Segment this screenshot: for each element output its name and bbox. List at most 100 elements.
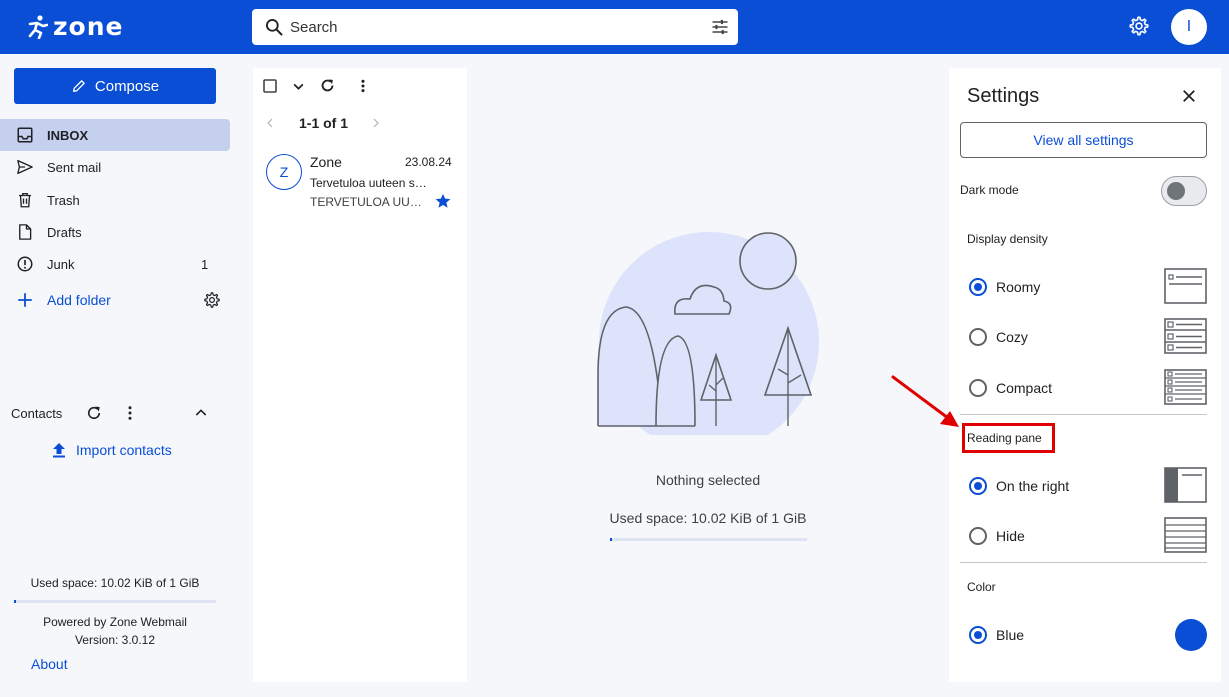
refresh-contacts-icon[interactable] [85, 404, 103, 422]
section-divider [960, 414, 1207, 415]
chevron-right-icon[interactable] [370, 116, 382, 130]
sidebar-item-label: Junk [47, 256, 75, 272]
message-preview: TERVETULOA UUTEEN SÄHKÖPOSTIISI [310, 195, 422, 209]
plus-icon[interactable] [16, 291, 34, 309]
footer-info: Powered by Zone Webmail Version: 3.0.12 [14, 613, 216, 649]
sender-avatar: Z [266, 154, 302, 190]
user-avatar[interactable]: I [1171, 9, 1207, 45]
add-folder-link[interactable]: Add folder [47, 292, 111, 308]
add-folder-row: Add folder [0, 284, 230, 316]
close-icon[interactable] [1180, 87, 1198, 105]
used-space-text: Used space: 10.02 KiB of 1 GiB [30, 576, 200, 590]
dark-mode-label: Dark mode [960, 183, 1019, 197]
import-contacts-label: Import contacts [76, 442, 172, 458]
unread-count: 1 [201, 256, 209, 272]
zone-logo[interactable]: zone [28, 12, 123, 41]
storage-progress-bar [610, 538, 807, 541]
display-density-label: Display density [967, 232, 1048, 246]
sidebar-item-label: Trash [47, 192, 80, 208]
view-all-settings-button[interactable]: View all settings [960, 122, 1207, 158]
sidebar-item-label: Drafts [47, 224, 82, 240]
dark-mode-toggle[interactable] [1161, 176, 1207, 206]
reading-pane-option-hide[interactable]: Hide [960, 517, 1207, 555]
junk-icon [17, 256, 33, 272]
message-sender: Zone [310, 154, 342, 170]
sidebar-item-drafts[interactable]: Drafts [0, 216, 230, 248]
more-vert-icon[interactable] [357, 78, 369, 94]
trash-icon [19, 192, 31, 208]
logo-figure-icon [28, 14, 48, 39]
compose-button[interactable]: Compose [14, 68, 216, 104]
sidebar-item-sent[interactable]: Sent mail [0, 151, 230, 183]
powered-by-text: Powered by Zone Webmail [43, 615, 187, 629]
import-contacts-link[interactable]: Import contacts [52, 442, 172, 458]
logo-text: zone [53, 12, 124, 41]
density-cozy-icon [1164, 318, 1207, 354]
color-label: Color [967, 580, 996, 594]
upload-icon [53, 443, 65, 458]
about-link[interactable]: About [31, 656, 68, 672]
option-label: Roomy [996, 279, 1041, 295]
pencil-icon [72, 80, 85, 92]
folder-settings-gear-icon[interactable] [203, 291, 221, 309]
empty-state-illustration [597, 232, 819, 435]
sidebar-item-inbox[interactable]: INBOX [0, 119, 230, 151]
density-option-roomy[interactable]: Roomy [960, 268, 1207, 306]
select-options-chevron-down-icon[interactable] [292, 80, 305, 93]
top-bar: zone I [0, 0, 1229, 54]
more-vert-icon[interactable] [122, 404, 138, 422]
section-divider [960, 562, 1207, 563]
draft-icon [19, 224, 32, 240]
radio-button[interactable] [969, 278, 987, 296]
select-all-checkbox[interactable] [263, 79, 277, 93]
density-option-cozy[interactable]: Cozy [960, 318, 1207, 356]
search-icon [266, 19, 283, 36]
page-range: 1-1 of 1 [299, 115, 349, 131]
sidebar-item-junk[interactable]: Junk 1 [0, 248, 230, 280]
settings-title: Settings [967, 85, 1040, 107]
chevron-up-icon[interactable] [193, 404, 209, 422]
radio-button[interactable] [969, 328, 987, 346]
search-filter-icon[interactable] [710, 17, 730, 37]
pagination: 1-1 of 1 [253, 114, 467, 134]
contacts-label: Contacts [11, 406, 63, 421]
refresh-icon[interactable] [319, 77, 336, 94]
send-icon [17, 159, 33, 175]
message-subject: Tervetuloa uuteen sähköpostiisi [310, 176, 428, 190]
radio-button[interactable] [969, 477, 987, 495]
contacts-header: Contacts [0, 401, 230, 425]
storage-progress-bar [14, 600, 216, 603]
message-list-item[interactable]: Z Zone 23.08.24 Tervetuloa uuteen sähköp… [253, 148, 467, 216]
compose-label: Compose [94, 77, 160, 95]
search-input[interactable] [290, 9, 690, 45]
density-roomy-icon [1164, 268, 1207, 304]
settings-gear-icon[interactable] [1128, 15, 1150, 37]
color-option-blue[interactable]: Blue [960, 616, 1207, 654]
radio-button[interactable] [969, 626, 987, 644]
chevron-left-icon[interactable] [264, 116, 276, 130]
reading-pane-hide-icon [1164, 517, 1207, 553]
radio-button[interactable] [969, 379, 987, 397]
version-text: Version: 3.0.12 [74, 633, 156, 647]
option-label: Compact [996, 380, 1053, 396]
sidebar-item-label: INBOX [47, 127, 89, 143]
color-swatch-blue[interactable] [1175, 619, 1207, 651]
storage-progress-fill [610, 538, 612, 541]
used-space-text: Used space: 10.02 KiB of 1 GiB [609, 510, 807, 526]
reading-pane-right-icon [1164, 467, 1207, 503]
density-compact-icon [1164, 369, 1207, 405]
sidebar-item-trash[interactable]: Trash [0, 184, 230, 216]
option-label: Blue [996, 627, 1025, 643]
search-bar[interactable] [252, 9, 738, 45]
radio-button[interactable] [969, 527, 987, 545]
density-option-compact[interactable]: Compact [960, 369, 1207, 407]
annotation-arrow-icon [891, 375, 959, 427]
star-icon[interactable] [434, 192, 452, 210]
inbox-icon [17, 127, 33, 143]
toggle-knob [1167, 182, 1185, 200]
sidebar-item-label: Sent mail [47, 159, 102, 175]
reading-pane-option-right[interactable]: On the right [960, 467, 1207, 505]
message-date: 23.08.24 [405, 155, 452, 169]
option-label: Cozy [996, 329, 1028, 345]
empty-state-text: Nothing selected [655, 472, 761, 488]
